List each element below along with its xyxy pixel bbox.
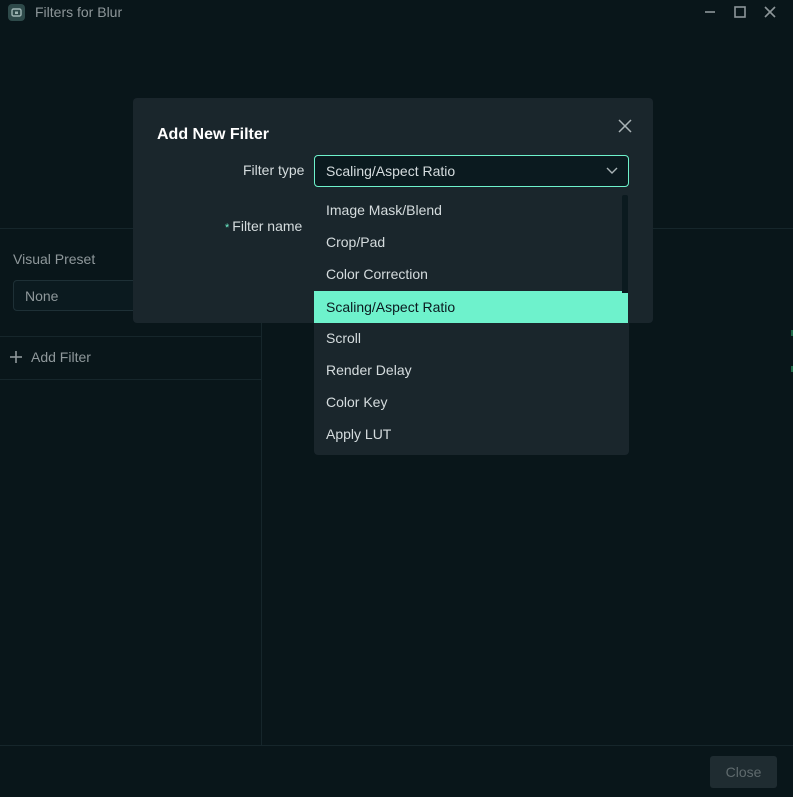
minimize-icon [705,11,715,13]
dropdown-scrollbar[interactable] [622,195,628,323]
close-icon [764,6,776,18]
app-icon [8,4,25,21]
dropdown-item-color-key[interactable]: Color Key [314,386,623,418]
dropdown-item-color-correction[interactable]: Color Correction [314,258,623,290]
close-icon [618,119,632,133]
filter-type-dropdown: Image Mask/Blend Crop/Pad Color Correcti… [314,193,629,455]
chevron-down-icon [606,167,618,174]
filter-name-label: * Filter name [225,218,302,234]
filter-type-select[interactable]: Scaling/Aspect Ratio [314,155,629,187]
footer-bar: Close [0,745,793,797]
dropdown-item-image-mask-blend[interactable]: Image Mask/Blend [314,194,623,226]
dropdown-item-render-delay[interactable]: Render Delay [314,354,623,386]
dropdown-scrollbar-thumb[interactable] [622,293,628,323]
maximize-icon [734,6,746,18]
window-close-button[interactable] [759,2,781,22]
required-mark: * [225,222,230,234]
dropdown-item-crop-pad[interactable]: Crop/Pad [314,226,623,258]
filter-name-label-text: Filter name [232,218,303,234]
plus-icon [10,351,22,363]
filter-type-value: Scaling/Aspect Ratio [326,163,456,179]
visual-preset-value: None [25,288,59,304]
filter-type-label: Filter type [243,162,305,178]
add-filter-label: Add Filter [31,349,91,365]
visual-preset-label: Visual Preset [13,251,96,267]
dropdown-item-scaling-aspect-ratio[interactable]: Scaling/Aspect Ratio [314,291,623,323]
window-title: Filters for Blur [35,4,123,20]
minimize-button[interactable] [699,2,721,22]
dropdown-item-scroll[interactable]: Scroll [314,322,623,354]
close-button[interactable]: Close [710,756,777,788]
title-bar: Filters for Blur [0,0,793,24]
dropdown-item-apply-lut[interactable]: Apply LUT [314,418,623,450]
divider [0,379,262,380]
modal-title: Add New Filter [157,126,270,143]
modal-close-button[interactable] [615,116,635,136]
maximize-button[interactable] [729,2,751,22]
add-filter-button[interactable]: Add Filter [0,337,262,379]
